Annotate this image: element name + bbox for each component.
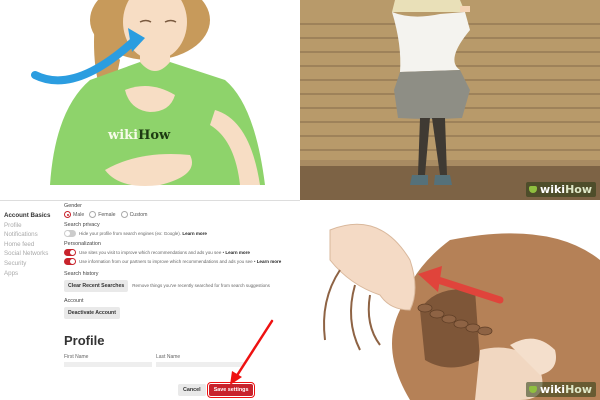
personalization-row-1: Use sites you visit to improve which rec…: [64, 249, 294, 256]
gender-label: Gender: [64, 203, 82, 209]
gender-label-female: Female: [98, 211, 116, 218]
standing-woman-illustration: [300, 0, 600, 200]
personalization-sites-toggle[interactable]: [64, 249, 76, 256]
sidebar-item-account-basics[interactable]: Account Basics: [4, 211, 60, 221]
personalization-partners-text: Use information from our partners to imp…: [79, 258, 282, 264]
sidebar-item-social-networks[interactable]: Social Networks: [4, 249, 60, 259]
settings-footer: Cancel Save settings: [178, 382, 256, 398]
illustration-breathing: wikiHow: [0, 0, 300, 200]
last-name-field[interactable]: [156, 362, 244, 367]
account-label: Account: [64, 298, 84, 304]
wikihow-watermark: wikiHow: [526, 182, 596, 197]
personalization-sites-text: Use sites you visit to improve which rec…: [79, 249, 250, 255]
gender-radio-male[interactable]: [64, 211, 71, 218]
search-privacy-text: Hide your profile from search engines (e…: [79, 230, 207, 236]
sidebar-item-apps[interactable]: Apps: [4, 269, 60, 279]
search-history-label: Search history: [64, 271, 99, 277]
personalization-label: Personalization: [64, 241, 101, 247]
settings-sidebar: Account Basics Profile Notifications Hom…: [4, 211, 60, 278]
wikihow-watermark: wikiHow: [526, 382, 596, 397]
illustration-standing: wikiHow: [300, 0, 600, 200]
braiding-hair-illustration: [300, 200, 600, 400]
search-privacy-label: Search privacy: [64, 222, 100, 228]
personalization-sites-learn-more-link[interactable]: Learn more: [225, 250, 250, 255]
settings-screenshot: Account Basics Profile Notifications Hom…: [0, 200, 300, 400]
personalization-partners-learn-more-link[interactable]: Learn more: [257, 259, 282, 264]
illustration-braiding: wikiHow: [300, 200, 600, 400]
personalization-row-2: Use information from our partners to imp…: [64, 258, 294, 265]
search-history-row: Clear Recent Searches Remove things you'…: [64, 280, 294, 292]
personalization-partners-toggle[interactable]: [64, 258, 76, 265]
cancel-button[interactable]: Cancel: [178, 384, 206, 396]
sidebar-item-home-feed[interactable]: Home feed: [4, 240, 60, 250]
profile-heading: Profile: [64, 333, 105, 348]
search-privacy-learn-more-link[interactable]: Learn more: [182, 231, 207, 236]
gender-radio-female[interactable]: [89, 211, 97, 218]
sidebar-item-profile[interactable]: Profile: [4, 221, 60, 231]
gender-options: Male Female Custom: [64, 211, 294, 218]
account-row: Deactivate Account: [64, 307, 294, 319]
sidebar-item-security[interactable]: Security: [4, 259, 60, 269]
first-name-label: First Name: [64, 354, 89, 360]
breathing-woman-illustration: [31, 0, 265, 186]
gender-radio-custom[interactable]: [120, 211, 128, 218]
gender-label-male: Male: [73, 211, 85, 218]
clear-recent-searches-button[interactable]: Clear Recent Searches: [64, 280, 129, 292]
gender-label-custom: Custom: [129, 211, 148, 218]
last-name-label: Last Name: [156, 354, 181, 360]
search-history-desc: Remove things you've recently searched f…: [132, 283, 270, 289]
sidebar-item-notifications[interactable]: Notifications: [4, 230, 60, 240]
deactivate-account-button[interactable]: Deactivate Account: [64, 307, 120, 319]
settings-content: Gender Male Female Custom Search privacy…: [64, 203, 294, 367]
search-privacy-row: Hide your profile from search engines (e…: [64, 230, 294, 237]
search-privacy-toggle[interactable]: [64, 230, 76, 237]
shirt-logo: wikiHow: [108, 128, 171, 143]
save-settings-button[interactable]: Save settings: [206, 382, 256, 398]
first-name-field[interactable]: [64, 362, 152, 367]
profile-name-fields: First Name Last Name: [64, 354, 294, 367]
